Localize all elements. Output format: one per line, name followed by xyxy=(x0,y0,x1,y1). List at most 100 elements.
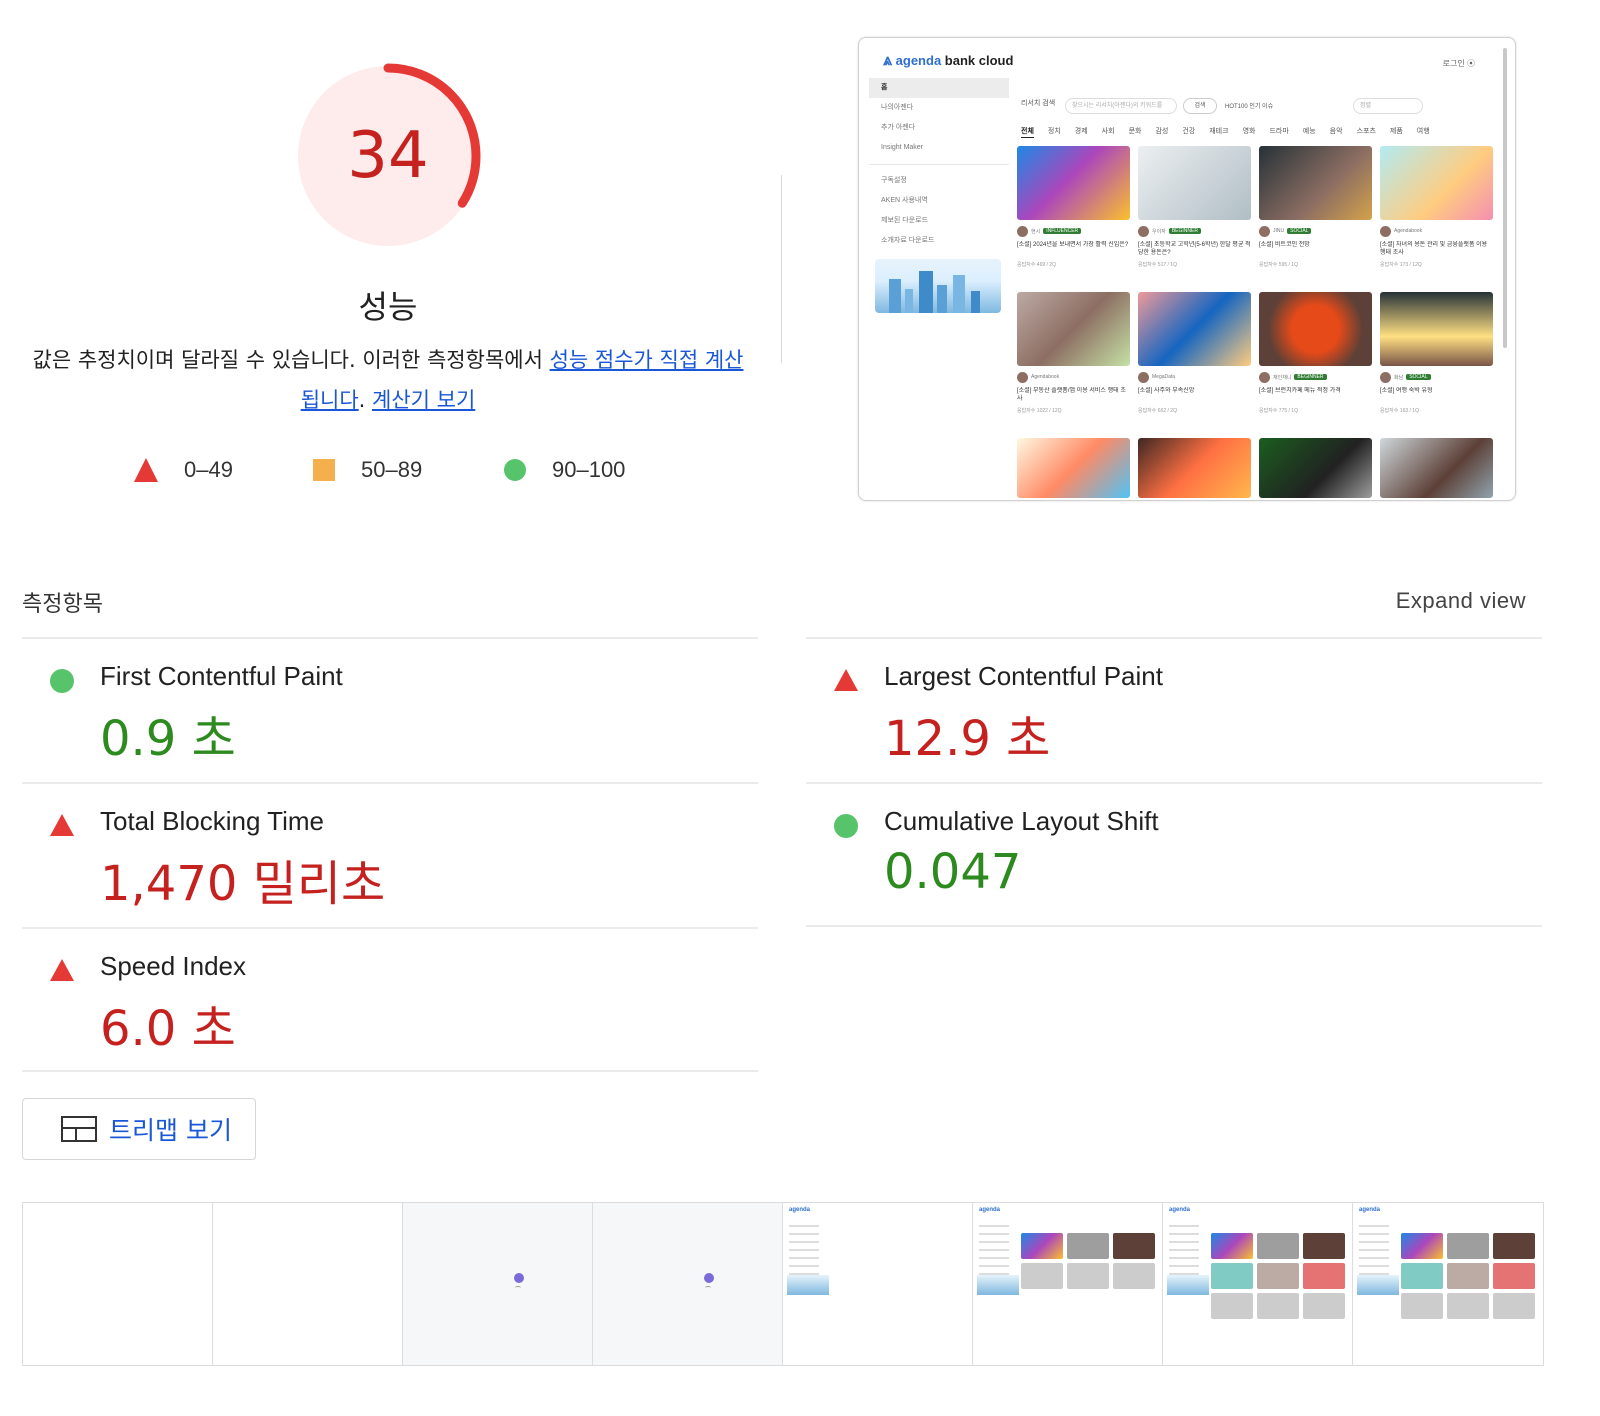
sidebar-item: 추가 아젠다 xyxy=(881,124,916,131)
category-tab: 제품 xyxy=(1389,128,1403,135)
metric-value: 1,470 밀리초 xyxy=(100,856,386,912)
filmstrip: agenda agenda agenda agenda xyxy=(22,1202,1544,1366)
card-title: [소셜] 자녀의 용돈 관리 및 금융플랫폼 이용 행태 조사 xyxy=(1380,242,1488,256)
sidebar-item: 구독설정 xyxy=(881,177,907,184)
treemap-icon xyxy=(61,1116,97,1142)
final-screenshot[interactable]: ⩓ agenda bank cloud 로그인 ⦿ 홈 나의아젠다 추가 아젠다… xyxy=(858,37,1516,501)
card-author: MegaData xyxy=(1152,374,1176,380)
fail-triangle-icon xyxy=(50,814,74,836)
pass-circle-icon xyxy=(50,669,74,693)
sidebar-divider xyxy=(869,164,1009,165)
avatar xyxy=(1380,225,1391,237)
frame-sidebar xyxy=(1167,1219,1211,1281)
filmstrip-frame xyxy=(593,1203,783,1365)
sidebar-item: AKEN 사용내역 xyxy=(881,197,928,204)
loading-spinner-icon xyxy=(704,1273,714,1287)
card-image xyxy=(1017,292,1130,366)
frame-logo: agenda xyxy=(789,1207,811,1213)
card-author: 우이자 xyxy=(1152,228,1166,235)
view-treemap-button[interactable]: 트리맵 보기 xyxy=(22,1098,256,1160)
card-meta: Agendabook xyxy=(1017,371,1130,383)
card-footer: 응답자수 595 / 1Q xyxy=(1259,262,1298,268)
card-author: 화남 xyxy=(1394,374,1404,381)
card-image xyxy=(1380,438,1493,498)
research-card: 화남 SOCIAL [소셜] 여행 숙박 유형 응답자수 163 / 1Q xyxy=(1380,292,1493,430)
login-link: 로그인 ⦿ xyxy=(1442,59,1475,68)
research-card: Agendabook [소셜] 부동산 플랫폼/앱 이용 서비스 행태 조사 응답자… xyxy=(1017,292,1130,430)
legend-label: 0–49 xyxy=(184,457,233,482)
category-tab: 사회 xyxy=(1101,128,1115,135)
card-meta: 재인재니 BEGINNER xyxy=(1259,371,1372,383)
card-title: [소셜] 사주와 부속신앙 xyxy=(1138,388,1195,394)
filmstrip-frame xyxy=(213,1203,403,1365)
avatar xyxy=(1259,371,1270,383)
card-badge: INFLUENCER xyxy=(1043,228,1082,234)
metric-fcp: First Contentful Paint 0.9 초 xyxy=(22,639,758,783)
score-value: 34 xyxy=(347,119,429,193)
score-gauge: 34 xyxy=(290,58,486,254)
research-card: MegaData [소셜] 사주와 부속신앙 응답자수 662 / 2Q xyxy=(1138,292,1251,430)
card-meta: 화남 SOCIAL xyxy=(1380,371,1493,383)
avatar xyxy=(1259,225,1270,237)
logo-text: bank cloud xyxy=(941,53,1014,68)
description-text: 값은 추정치이며 달라질 수 있습니다. 이러한 측정항목에서 xyxy=(32,348,550,372)
search-input: 찾으시는 리서치(아젠다)의 키워드를 xyxy=(1065,98,1177,114)
research-card: Agendabook [소셜] 자녀의 용돈 관리 및 금융플랫폼 이용 행태 조… xyxy=(1380,146,1493,284)
card-author: Agendabook xyxy=(1031,374,1060,380)
frame-logo: agenda xyxy=(1169,1207,1191,1213)
category-tab: 영화 xyxy=(1242,128,1256,135)
fail-triangle-icon xyxy=(834,669,858,691)
card-image xyxy=(1138,292,1251,366)
research-card: 우이자 BEGINNER [소셜] 초등학교 고학년(5-6학년) 한달 평균 적당… xyxy=(1138,146,1251,284)
metric-cls: Cumulative Layout Shift 0.047 xyxy=(806,784,1542,928)
card-footer: 응답자수 173 / 12Q xyxy=(1380,262,1422,268)
frame-illustration xyxy=(787,1275,829,1295)
category-title: 성능 xyxy=(358,288,418,326)
card-badge: SOCIAL xyxy=(1287,228,1312,234)
metric-name: Cumulative Layout Shift xyxy=(884,806,1159,836)
filter-chips: HOT100 인기 이슈 xyxy=(1225,104,1274,110)
vertical-divider xyxy=(781,175,782,363)
card-image xyxy=(1259,438,1372,498)
pass-circle-icon xyxy=(834,814,858,838)
calculator-link[interactable]: 계산기 보기 xyxy=(372,388,475,412)
card-title: [소셜] 부동산 플랫폼/앱 이용 서비스 행태 조사 xyxy=(1017,388,1126,402)
score-description: 값은 추정치이며 달라질 수 있습니다. 이러한 측정항목에서 성능 점수가 직… xyxy=(24,340,752,420)
sidebar-item: Insight Maker xyxy=(881,144,924,151)
avatar xyxy=(1138,371,1149,383)
sidebar-item: 나의아젠다 xyxy=(881,104,914,111)
metric-lcp: Largest Contentful Paint 12.9 초 xyxy=(806,639,1542,783)
card-image xyxy=(1138,146,1251,220)
card-title: [소셜] 비트코인 전망 xyxy=(1259,242,1310,248)
filmstrip-frame: agenda xyxy=(783,1203,973,1365)
card-title: [소셜] 초등학교 고학년(5-6학년) 한달 평균 적당한 용돈은? xyxy=(1138,242,1251,256)
card-title: [소셜] 2024년을 보내면서 가장 활력 신입은? xyxy=(1017,242,1129,248)
card-badge: BEGINNER xyxy=(1168,228,1201,234)
logo-brand: agenda xyxy=(895,53,942,68)
category-tab: 드라마 xyxy=(1269,128,1289,135)
card-meta: JINU SOCIAL xyxy=(1259,225,1372,237)
triangle-icon xyxy=(134,458,158,482)
frame-sidebar xyxy=(1357,1219,1401,1281)
frame-sidebar xyxy=(787,1219,831,1281)
card-meta: 현시 INFLUENCER xyxy=(1017,225,1130,237)
frame-illustration xyxy=(977,1275,1019,1295)
site-sidebar: 홈 나의아젠다 추가 아젠다 Insight Maker 구독설정 AKEN 사… xyxy=(869,78,1009,500)
expand-view-toggle[interactable]: Expand view xyxy=(1360,588,1526,614)
card-image xyxy=(1017,438,1130,498)
category-tab: 예능 xyxy=(1302,128,1316,135)
metric-name: Largest Contentful Paint xyxy=(884,661,1163,691)
card-image xyxy=(1259,146,1372,220)
legend-item-average: 50–89 xyxy=(313,455,422,485)
circle-icon xyxy=(504,459,526,481)
avatar xyxy=(1138,225,1149,237)
legend-item-fail: 0–49 xyxy=(134,455,233,485)
research-card xyxy=(1017,438,1130,498)
card-badge: SOCIAL xyxy=(1406,374,1431,380)
category-tab: 재테크 xyxy=(1209,128,1229,135)
card-image xyxy=(1380,146,1493,220)
treemap-label: 트리맵 보기 xyxy=(109,1116,232,1145)
legend-label: 50–89 xyxy=(361,457,423,482)
sidebar-item: 소개자료 다운로드 xyxy=(881,237,935,244)
score-legend: 0–49 50–89 90–100 xyxy=(0,455,776,485)
